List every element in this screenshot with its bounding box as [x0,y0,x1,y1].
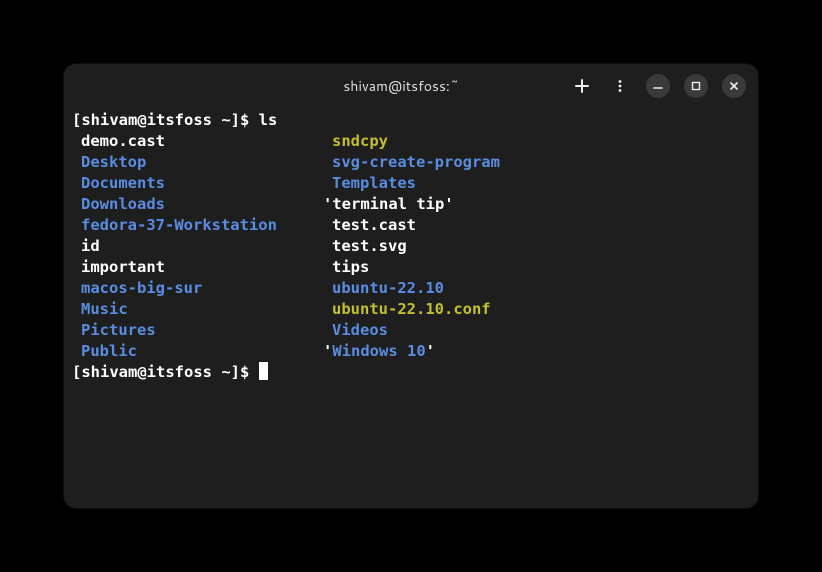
new-tab-button[interactable] [570,74,594,98]
prompt-open: [ [72,363,81,381]
close-button[interactable] [722,74,746,98]
titlebar-right [570,74,746,98]
ls-row: Music ubuntu-22.10.conf [72,299,750,320]
ls-entry: test.svg [332,237,407,255]
ls-entry: svg-create-program [332,153,500,171]
ls-entry: Windows 10 [332,342,425,360]
prompt-userhost: shivam@itsfoss [81,363,212,381]
ls-row: Documents Templates [72,173,750,194]
ls-row: Public'Windows 10' [72,341,750,362]
ls-row: important tips [72,257,750,278]
ls-entry: fedora-37-Workstation [81,216,277,234]
prompt-line-1: [shivam@itsfoss ~]$ ls [72,110,750,131]
maximize-button[interactable] [684,74,708,98]
ls-row: Desktop svg-create-program [72,152,750,173]
prompt-open: [ [72,111,81,129]
titlebar: shivam@itsfoss:~ [64,64,758,108]
ls-row: Pictures Videos [72,320,750,341]
ls-entry: important [81,258,165,276]
minimize-icon [653,81,663,91]
ls-entry: macos-big-sur [81,279,202,297]
prompt-path: ~ [212,363,231,381]
ls-row: fedora-37-Workstation test.cast [72,215,750,236]
prompt-close: ]$ [231,111,259,129]
ls-row: id test.svg [72,236,750,257]
ls-entry: sndcpy [332,132,388,150]
terminal-window: shivam@itsfoss:~ [shivam@itsfoss ~]$ ls … [64,64,758,508]
terminal-body[interactable]: [shivam@itsfoss ~]$ ls demo.castsndcpyDe… [64,108,758,508]
ls-entry: demo.cast [81,132,165,150]
ls-entry: Documents [81,174,165,192]
ls-entry: tips [332,258,369,276]
ls-row: demo.cast sndcpy [72,131,750,152]
close-icon [729,81,739,91]
prompt-userhost: shivam@itsfoss [81,111,212,129]
kebab-menu-icon [613,79,627,93]
ls-entry: id [81,237,100,255]
plus-icon [574,78,590,94]
ls-output: demo.cast sndcpy Desktop svg-create-program… [72,131,750,362]
window-title: shivam@itsfoss:~ [233,76,570,96]
ls-entry: Videos [332,321,388,339]
ls-entry: ubuntu-22.10.conf [332,300,491,318]
ls-entry: Desktop [81,153,146,171]
ls-entry: Downloads [81,195,165,213]
command-text: ls [259,111,278,129]
menu-button[interactable] [608,74,632,98]
ls-entry: ubuntu-22.10 [332,279,444,297]
prompt-path: ~ [212,111,231,129]
ls-entry: test.cast [332,216,416,234]
ls-row: Downloads'terminal tip' [72,194,750,215]
ls-entry: Pictures [81,321,156,339]
cursor [259,362,268,380]
ls-entry: Public [81,342,137,360]
ls-entry: Music [81,300,128,318]
ls-row: macos-big-sur ubuntu-22.10 [72,278,750,299]
ls-entry: terminal tip [332,195,444,213]
ls-entry: Templates [332,174,416,192]
minimize-button[interactable] [646,74,670,98]
maximize-icon [691,81,701,91]
prompt-line-2: [shivam@itsfoss ~]$ [72,362,750,383]
prompt-close: ]$ [231,363,259,381]
